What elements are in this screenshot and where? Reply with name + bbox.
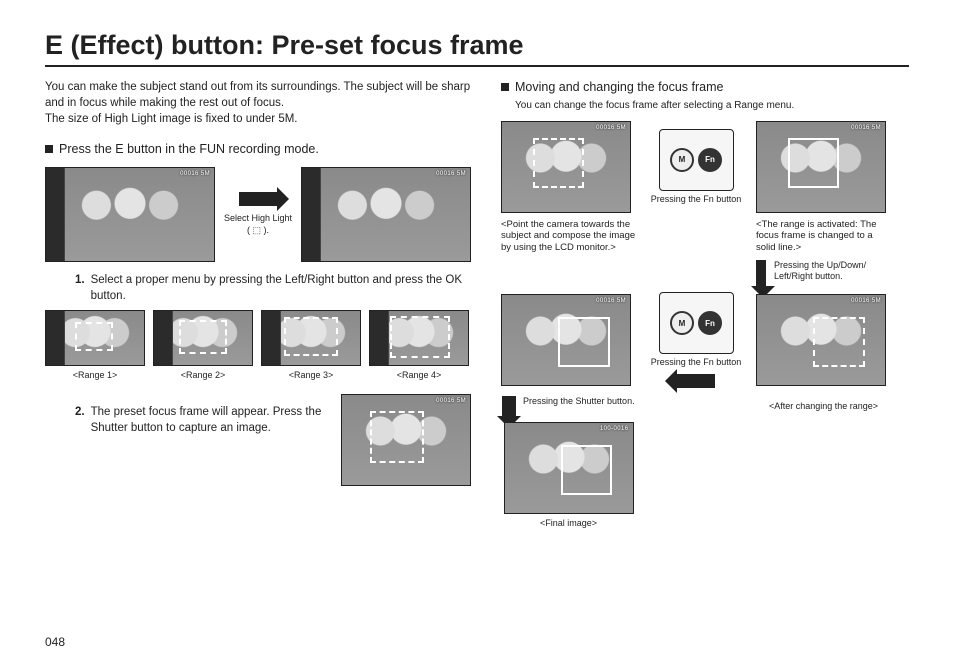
fn-knob-icon: Fn bbox=[698, 311, 722, 335]
status-overlay: 00016 5M bbox=[596, 124, 626, 132]
step1-number: 1. bbox=[75, 272, 85, 304]
compose-thumb: 00016 5M bbox=[501, 121, 631, 213]
range3-caption: <Range 3> bbox=[261, 369, 361, 382]
press-fn-label-1: Pressing the Fn button bbox=[651, 194, 742, 205]
square-bullet-icon bbox=[501, 83, 509, 91]
status-overlay: 00016 5M bbox=[180, 170, 210, 178]
step1-text: Select a proper menu by pressing the Lef… bbox=[91, 272, 471, 304]
status-overlay: 00016 5M bbox=[851, 297, 881, 305]
press-fn-label-2: Pressing the Fn button bbox=[651, 357, 742, 368]
left-bullet-text: Press the E button in the FUN recording … bbox=[59, 141, 319, 159]
reposition-thumb: 00016 5M bbox=[501, 294, 631, 386]
range2-thumb bbox=[153, 310, 253, 366]
after-change-thumb: 00016 5M bbox=[756, 294, 886, 386]
arrow-down-icon bbox=[502, 396, 516, 416]
range4-caption: <Range 4> bbox=[369, 369, 469, 382]
step2-number: 2. bbox=[75, 404, 85, 436]
step2-text: The preset focus frame will appear. Pres… bbox=[91, 404, 333, 436]
intro-text: You can make the subject stand out from … bbox=[45, 79, 471, 127]
status-overlay: 00016 5M bbox=[596, 297, 626, 305]
right-subtext: You can change the focus frame after sel… bbox=[515, 99, 794, 113]
range1-caption: <Range 1> bbox=[45, 369, 145, 382]
note-point-camera: <Point the camera towards the subject an… bbox=[501, 219, 636, 255]
status-overlay: 00016 5M bbox=[851, 124, 881, 132]
intro-line2: The size of High Light image is fixed to… bbox=[45, 113, 298, 125]
fn-dial-diagram-2: M Fn bbox=[659, 292, 734, 354]
range3-thumb bbox=[261, 310, 361, 366]
arrow-left-icon bbox=[677, 374, 715, 388]
right-bullet: Moving and changing the focus frame You … bbox=[501, 79, 909, 113]
range1-thumb bbox=[45, 310, 145, 366]
square-bullet-icon bbox=[45, 145, 53, 153]
arrow-down-icon bbox=[756, 260, 766, 286]
right-column: Moving and changing the focus frame You … bbox=[501, 79, 909, 530]
m-knob-icon: M bbox=[670, 148, 694, 172]
arrow-right-icon bbox=[239, 192, 277, 206]
status-overlay: 00016 5M bbox=[436, 397, 466, 405]
select-highlight-icon-hint: ( ⬚ ). bbox=[247, 224, 269, 237]
right-bullet-text: Moving and changing the focus frame bbox=[515, 79, 794, 97]
after-change-caption: <After changing the range> bbox=[756, 400, 891, 413]
range2-caption: <Range 2> bbox=[153, 369, 253, 382]
note-range-activated: <The range is activated: The focus frame… bbox=[756, 219, 891, 255]
screenshot-before: 00016 5M bbox=[45, 167, 215, 262]
page-title: E (Effect) button: Pre-set focus frame bbox=[45, 30, 909, 67]
range4-thumb bbox=[369, 310, 469, 366]
status-overlay: 00016 5M bbox=[436, 170, 466, 178]
left-bullet: Press the E button in the FUN recording … bbox=[45, 141, 471, 159]
left-column: You can make the subject stand out from … bbox=[45, 79, 471, 530]
press-shutter-label: Pressing the Shutter button. bbox=[523, 396, 635, 407]
select-highlight-label: Select High Light bbox=[224, 212, 292, 225]
preset-focus-thumb: 00016 5M bbox=[341, 394, 471, 486]
final-status-overlay: 100-0016 bbox=[600, 425, 629, 433]
m-knob-icon: M bbox=[670, 311, 694, 335]
final-image-thumb: 100-0016 bbox=[504, 422, 634, 514]
intro-line1: You can make the subject stand out from … bbox=[45, 81, 470, 109]
screenshot-after: 00016 5M bbox=[301, 167, 471, 262]
fn-knob-icon: Fn bbox=[698, 148, 722, 172]
page-number: 048 bbox=[45, 635, 65, 649]
fn-dial-diagram: M Fn bbox=[659, 129, 734, 191]
activated-thumb: 00016 5M bbox=[756, 121, 886, 213]
final-image-caption: <Final image> bbox=[540, 517, 597, 530]
press-udlr-label: Pressing the Up/Down/ Left/Right button. bbox=[774, 260, 891, 282]
